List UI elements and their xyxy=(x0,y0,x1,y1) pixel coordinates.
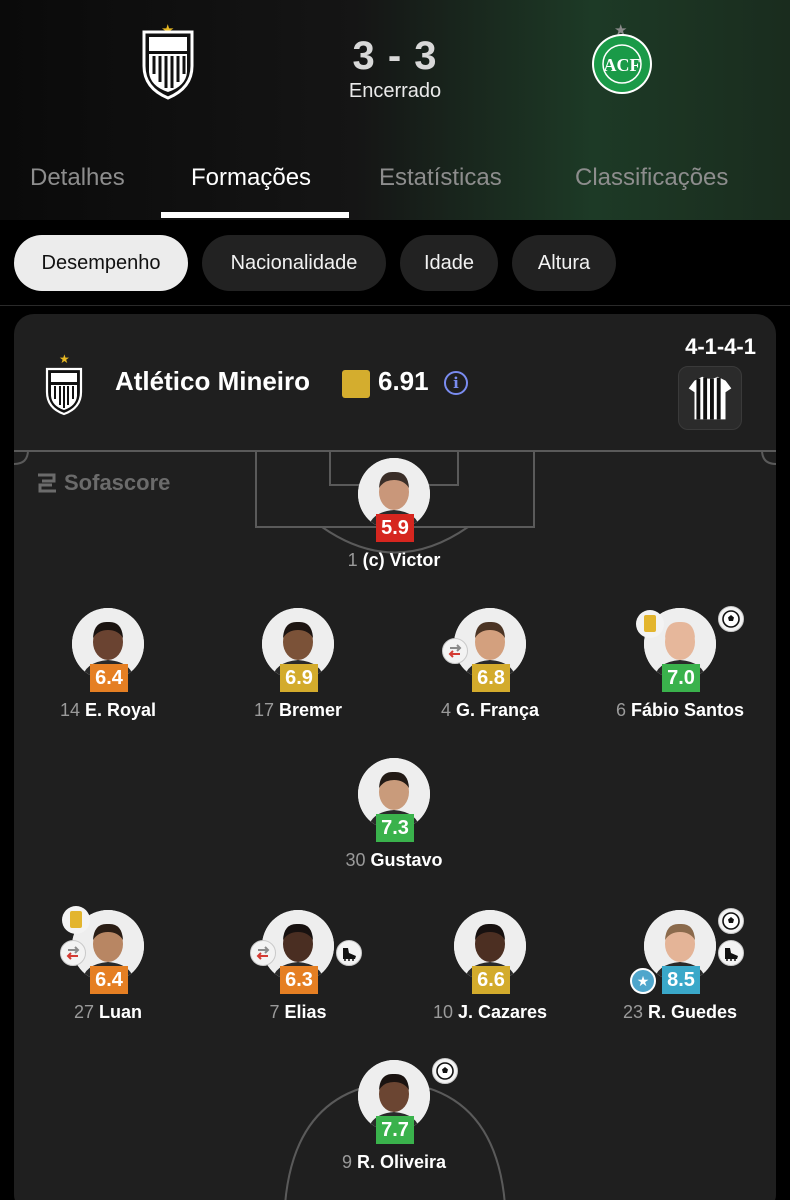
player-card[interactable]: 6.4 14 E. Royal xyxy=(18,608,198,748)
player-name: 30 Gustavo xyxy=(304,850,484,871)
player-name: 23 R. Guedes xyxy=(590,1002,770,1023)
team-jersey-icon[interactable] xyxy=(678,366,742,430)
player-rating: 6.8 xyxy=(472,664,510,692)
tab-bar: Detalhes Formações Estatísticas Classifi… xyxy=(0,160,790,220)
player-number: 14 xyxy=(59,700,85,720)
player-name-text: Fábio Santos xyxy=(631,700,745,720)
player-rating: 6.6 xyxy=(472,966,510,994)
match-header: ★ 3 - 3 Encerrado ★ ACF Detalhes Formaçõ… xyxy=(0,0,790,220)
player-rating: 6.4 xyxy=(90,966,128,994)
player-name: 17 Bremer xyxy=(208,700,388,721)
tab-classificacoes[interactable]: Classificações xyxy=(575,164,728,192)
player-rating: 6.3 xyxy=(280,966,318,994)
player-name: 14 E. Royal xyxy=(18,700,198,721)
player-rating: 5.9 xyxy=(376,514,414,542)
player-rating: 6.4 xyxy=(90,664,128,692)
player-number: 10 xyxy=(432,1002,458,1022)
team-star-icon: ★ xyxy=(59,352,70,366)
sofascore-logo-icon xyxy=(38,473,56,493)
goal-ball-icon xyxy=(718,908,744,934)
assist-boot-icon xyxy=(718,940,744,966)
player-name-text: Elias xyxy=(284,1002,327,1022)
player-card[interactable]: 6.4 27 Luan xyxy=(18,906,198,1050)
tab-estatisticas[interactable]: Estatísticas xyxy=(379,164,502,192)
player-name-text: (c) Victor xyxy=(362,550,441,570)
team-name: Atlético Mineiro xyxy=(115,366,311,396)
team-formation: 4-1-4-1 xyxy=(685,334,756,359)
player-card[interactable]: 7.7 9 R. Oliveira xyxy=(304,1058,484,1200)
player-number: 9 xyxy=(341,1152,357,1172)
player-number: 1 xyxy=(347,550,363,570)
substitution-icon xyxy=(60,940,86,966)
player-name-text: Bremer xyxy=(278,700,343,720)
player-number: 27 xyxy=(73,1002,100,1022)
player-card[interactable]: 7.3 30 Gustavo xyxy=(304,758,484,898)
chip-desempenho[interactable]: Desempenho xyxy=(14,235,188,291)
match-status: Encerrado xyxy=(348,80,442,102)
player-number: 7 xyxy=(269,1002,285,1022)
player-name-text: R. Oliveira xyxy=(356,1152,447,1172)
player-number: 23 xyxy=(622,1002,648,1022)
player-name-text: Luan xyxy=(99,1002,143,1022)
player-rating: 7.3 xyxy=(376,814,414,842)
substitution-icon xyxy=(250,940,276,966)
star-icon: ★ xyxy=(630,968,656,994)
player-name: 4 G. França xyxy=(400,700,580,721)
player-rating: 6.9 xyxy=(280,664,318,692)
player-card[interactable]: 7.0 6 Fábio Santos xyxy=(590,606,770,748)
player-number: 4 xyxy=(440,700,456,720)
team-crest-icon xyxy=(45,367,83,416)
pitch: Sofascore 5.9 1 (c) Victor 6.4 14 E. Royal 6… xyxy=(14,450,776,1200)
lineup-card: ★ Atlético Mineiro 6.91 i 4-1-4-1 Sofasc… xyxy=(14,314,776,1200)
active-tab-indicator xyxy=(161,212,349,218)
player-card[interactable]: 8.5 23 R. Guedes ★ xyxy=(590,908,770,1050)
player-name: 1 (c) Victor xyxy=(304,550,484,571)
player-name: 9 R. Oliveira xyxy=(304,1152,484,1173)
player-card[interactable]: 6.9 17 Bremer xyxy=(208,608,388,748)
player-number: 17 xyxy=(253,700,279,720)
player-card[interactable]: 6.3 7 Elias xyxy=(208,910,388,1050)
player-name: 6 Fábio Santos xyxy=(590,700,770,721)
player-number: 30 xyxy=(345,850,371,870)
info-icon[interactable]: i xyxy=(444,371,468,395)
player-rating: 7.7 xyxy=(376,1116,414,1144)
home-team-crest-icon[interactable] xyxy=(140,28,196,100)
substitution-icon xyxy=(442,638,468,664)
team-header: ★ Atlético Mineiro 6.91 i 4-1-4-1 xyxy=(14,314,776,450)
yellow-card-icon xyxy=(636,610,664,638)
player-name: 27 Luan xyxy=(18,1002,198,1023)
player-number: 6 xyxy=(615,700,631,720)
player-card[interactable]: 6.8 4 G. França xyxy=(400,608,580,748)
player-rating: 7.0 xyxy=(662,664,700,692)
chip-altura[interactable]: Altura xyxy=(512,235,616,291)
player-name-text: G. França xyxy=(455,700,540,720)
watermark-text: Sofascore xyxy=(64,470,171,495)
sofascore-watermark: Sofascore xyxy=(36,470,170,496)
away-team-crest-icon[interactable]: ACF xyxy=(590,32,654,96)
player-name-text: J. Cazares xyxy=(457,1002,548,1022)
player-name-text: R. Guedes xyxy=(648,1002,738,1022)
chip-nacionalidade[interactable]: Nacionalidade xyxy=(202,235,386,291)
player-name: 7 Elias xyxy=(208,1002,388,1023)
chip-idade[interactable]: Idade xyxy=(400,235,498,291)
match-score: 3 - 3 xyxy=(352,34,438,78)
team-average-rating: 6.91 xyxy=(378,366,429,396)
player-card[interactable]: 6.6 10 J. Cazares xyxy=(400,910,580,1050)
player-name-text: E. Royal xyxy=(85,700,157,720)
player-rating: 8.5 xyxy=(662,966,700,994)
goal-ball-icon xyxy=(718,606,744,632)
player-name: 10 J. Cazares xyxy=(400,1002,580,1023)
tab-formacoes[interactable]: Formações xyxy=(191,164,311,192)
team-rating-color-box xyxy=(342,370,370,398)
player-card[interactable]: 5.9 1 (c) Victor xyxy=(304,458,484,598)
svg-text:ACF: ACF xyxy=(604,55,641,75)
filter-chips: Desempenho Nacionalidade Idade Altura xyxy=(0,220,790,306)
player-name-text: Gustavo xyxy=(370,850,443,870)
yellow-card-icon xyxy=(62,906,90,934)
assist-boot-icon xyxy=(336,940,362,966)
tab-detalhes[interactable]: Detalhes xyxy=(30,164,125,192)
goal-ball-icon xyxy=(432,1058,458,1084)
